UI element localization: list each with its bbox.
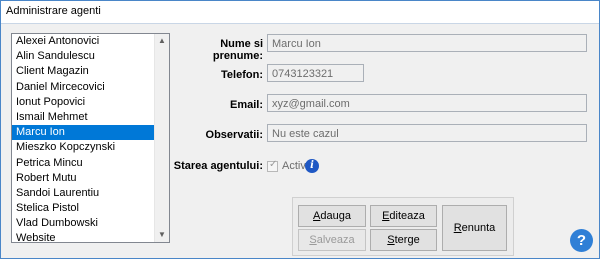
info-icon[interactable]: i xyxy=(305,159,319,173)
agents-list[interactable]: Alexei Antonovici Alin Sandulescu Client M… xyxy=(11,33,170,243)
add-button[interactable]: Adauga xyxy=(298,205,366,227)
delete-button[interactable]: Sterge xyxy=(370,229,437,251)
window-content: Alexei Antonovici Alin Sandulescu Client M… xyxy=(1,24,599,258)
list-item[interactable]: Robert Mutu xyxy=(12,171,156,186)
list-scrollbar[interactable]: ▲ ▼ xyxy=(154,34,169,242)
notes-label: Observatii: xyxy=(205,129,263,141)
help-icon[interactable]: ? xyxy=(570,229,593,252)
list-item[interactable]: Alin Sandulescu xyxy=(12,49,156,64)
list-item[interactable]: Daniel Mircecovici xyxy=(12,80,156,95)
cancel-button[interactable]: Renunta xyxy=(442,205,507,251)
agents-list-items: Alexei Antonovici Alin Sandulescu Client M… xyxy=(12,34,169,242)
list-item[interactable]: Client Magazin xyxy=(12,64,156,79)
status-label: Starea agentului: xyxy=(173,160,263,172)
scroll-up-arrow-icon[interactable]: ▲ xyxy=(155,34,169,48)
list-item[interactable]: Petrica Mincu xyxy=(12,156,156,171)
active-checkbox-label: Activ xyxy=(282,160,306,172)
buttons-panel: Adauga Editeaza Salveaza Sterge Renunta xyxy=(292,197,514,256)
list-item[interactable]: Vlad Dumbowski xyxy=(12,216,156,231)
scroll-down-arrow-icon[interactable]: ▼ xyxy=(155,228,169,242)
checkmark-icon: ✓ xyxy=(269,159,278,170)
notes-field[interactable]: Nu este cazul xyxy=(267,124,587,142)
phone-label: Telefon: xyxy=(221,69,263,81)
phone-field[interactable]: 0743123321 xyxy=(267,64,364,82)
list-item[interactable]: Sandoi Laurentiu xyxy=(12,186,156,201)
save-button[interactable]: Salveaza xyxy=(298,229,366,251)
active-checkbox[interactable]: ✓ xyxy=(267,159,278,172)
email-field[interactable]: xyz@gmail.com xyxy=(267,94,587,112)
name-field[interactable]: Marcu Ion xyxy=(267,34,587,52)
list-item[interactable]: Website xyxy=(12,231,156,242)
list-item[interactable]: Mieszko Kopczynski xyxy=(12,140,156,155)
list-item[interactable]: Ionut Popovici xyxy=(12,95,156,110)
edit-button[interactable]: Editeaza xyxy=(370,205,437,227)
list-item[interactable]: Ismail Mehmet xyxy=(12,110,156,125)
list-item[interactable]: Alexei Antonovici xyxy=(12,34,156,49)
agents-admin-window: Administrare agenti Alexei Antonovici Ali… xyxy=(0,0,600,259)
window-title: Administrare agenti xyxy=(6,5,101,17)
email-label: Email: xyxy=(229,99,263,111)
list-item[interactable]: Stelica Pistol xyxy=(12,201,156,216)
list-item[interactable]: Marcu Ion xyxy=(12,125,156,141)
title-bar[interactable]: Administrare agenti xyxy=(1,1,599,24)
name-label: Nume si prenume: xyxy=(212,38,263,62)
